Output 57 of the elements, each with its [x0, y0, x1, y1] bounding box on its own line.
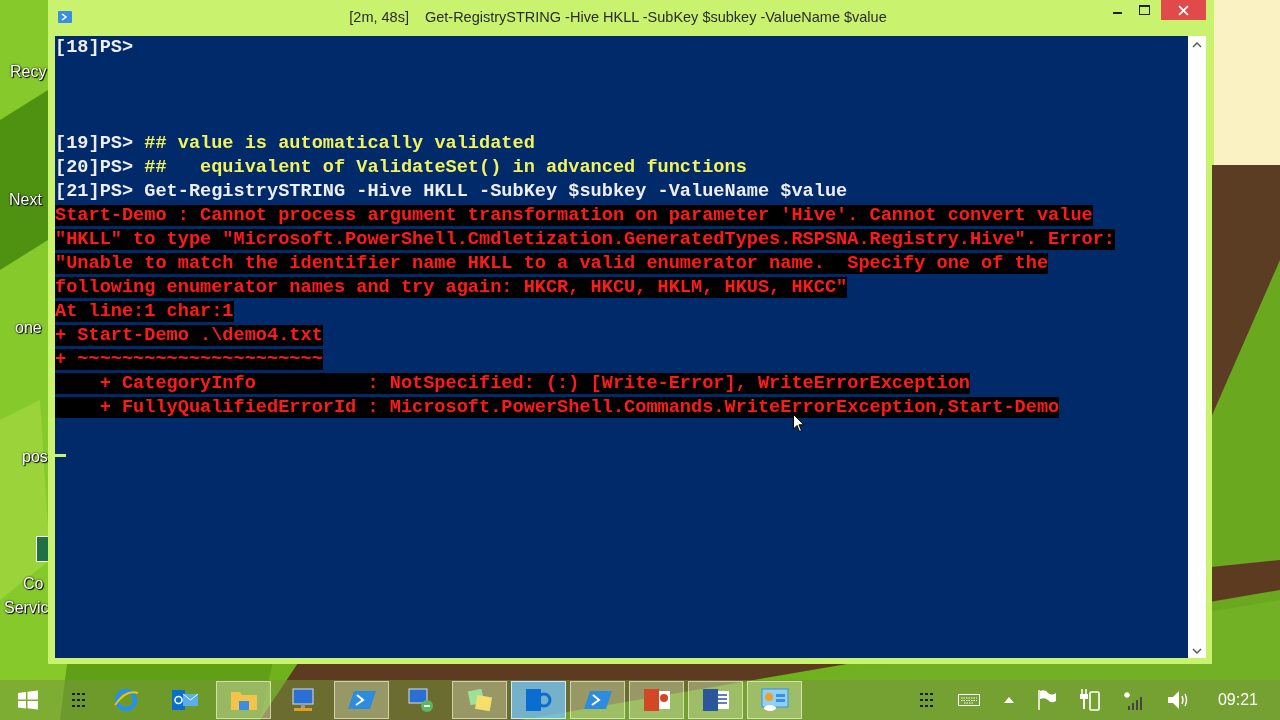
folder-icon	[230, 689, 257, 711]
window-timer: [2m, 48s]	[349, 9, 409, 25]
prompt: [19]PS>	[55, 133, 134, 154]
error-text: following enumerator names and try again: HKCR, HKCU, HKLM, HKUS, HKCC"	[55, 277, 848, 298]
error-text: "Unable to match the identifier name HKLL to a valid enumerator name. Specify one of the	[55, 253, 1049, 274]
signal-icon[interactable]	[1123, 690, 1144, 710]
error-text: At line:1 char:1	[55, 301, 234, 322]
error-text: + ~~~~~~~~~~~~~~~~~~~~~~	[55, 349, 323, 370]
error-text: Start-Demo : Cannot process argument transformation on parameter 'Hive'. Cannot convert value	[55, 205, 1093, 226]
scrollbar[interactable]	[1188, 36, 1206, 658]
comment-text: ## equivalent of ValidateSet() in advanced functions	[144, 157, 747, 178]
desktop-icon-label[interactable]: Servic	[4, 598, 48, 618]
terminal-icon	[58, 11, 72, 23]
close-button[interactable]	[1161, 0, 1206, 20]
apps-grid-icon[interactable]	[72, 693, 86, 707]
flag-icon[interactable]	[1037, 690, 1056, 710]
spreadsheet-icon[interactable]	[36, 536, 48, 562]
error-text: "HKLL" to type "Microsoft.PowerShell.Cmdletization.GeneratedTypes.RSPSNA.Registry.Hive". Error:	[55, 229, 1116, 250]
computer-icon	[289, 687, 316, 713]
clock[interactable]: 09:21	[1217, 691, 1258, 709]
prompt: [18]PS>	[55, 37, 134, 58]
desktop-icon-label[interactable]: Next	[9, 190, 42, 210]
slides-app-icon	[643, 687, 670, 713]
sticky-notes-icon	[466, 688, 493, 712]
desktop-icon-label[interactable]: Co	[23, 574, 44, 594]
command-text: Get-RegistrySTRING -Hive HKLL -SubKey $subkey -ValueName $value	[144, 181, 848, 202]
caret-up-icon[interactable]	[1003, 697, 1014, 703]
comment-text: ## value is automatically validated	[144, 133, 535, 154]
chat-app-icon	[525, 687, 552, 713]
mouse-pointer-icon	[793, 414, 805, 433]
battery-icon[interactable]	[1079, 689, 1100, 711]
scroll-up-icon[interactable]	[1192, 42, 1202, 48]
terminal-icon	[347, 689, 376, 711]
window-title: Get-RegistrySTRING -Hive HKLL -SubKey $subkey -ValueName $value	[424, 9, 887, 25]
text-cursor	[55, 453, 66, 457]
desktop-icon-label[interactable]: one	[15, 318, 42, 338]
terminal-icon	[583, 689, 612, 711]
prompt: [21]PS>	[55, 181, 134, 202]
control-panel-icon	[760, 688, 789, 712]
volume-icon[interactable]	[1167, 690, 1190, 710]
error-text: + Start-Demo .\demo4.txt	[55, 325, 323, 346]
document-app-icon	[702, 687, 729, 713]
console-area[interactable]	[55, 36, 1188, 658]
mail-icon	[171, 688, 198, 712]
remote-desktop-icon	[407, 687, 434, 713]
desktop-icon-label[interactable]: pos	[22, 447, 48, 467]
taskbar-button[interactable]	[511, 681, 566, 719]
start-icon[interactable]	[18, 690, 38, 710]
keyboard-icon[interactable]	[957, 694, 980, 706]
prompt: [20]PS>	[55, 157, 134, 178]
error-text: + FullyQualifiedErrorId : Microsoft.PowerShell.Commands.WriteErrorException,Start-Demo	[55, 397, 1060, 418]
scroll-down-icon[interactable]	[1192, 648, 1202, 654]
desktop-icon-label[interactable]: Recy	[10, 62, 47, 82]
globe-icon	[112, 687, 139, 713]
close-icon	[1178, 4, 1189, 16]
error-text: + CategoryInfo : NotSpecified: (:) [Write-Error], WriteErrorException	[55, 373, 970, 394]
apps-grid-icon[interactable]	[919, 693, 934, 707]
